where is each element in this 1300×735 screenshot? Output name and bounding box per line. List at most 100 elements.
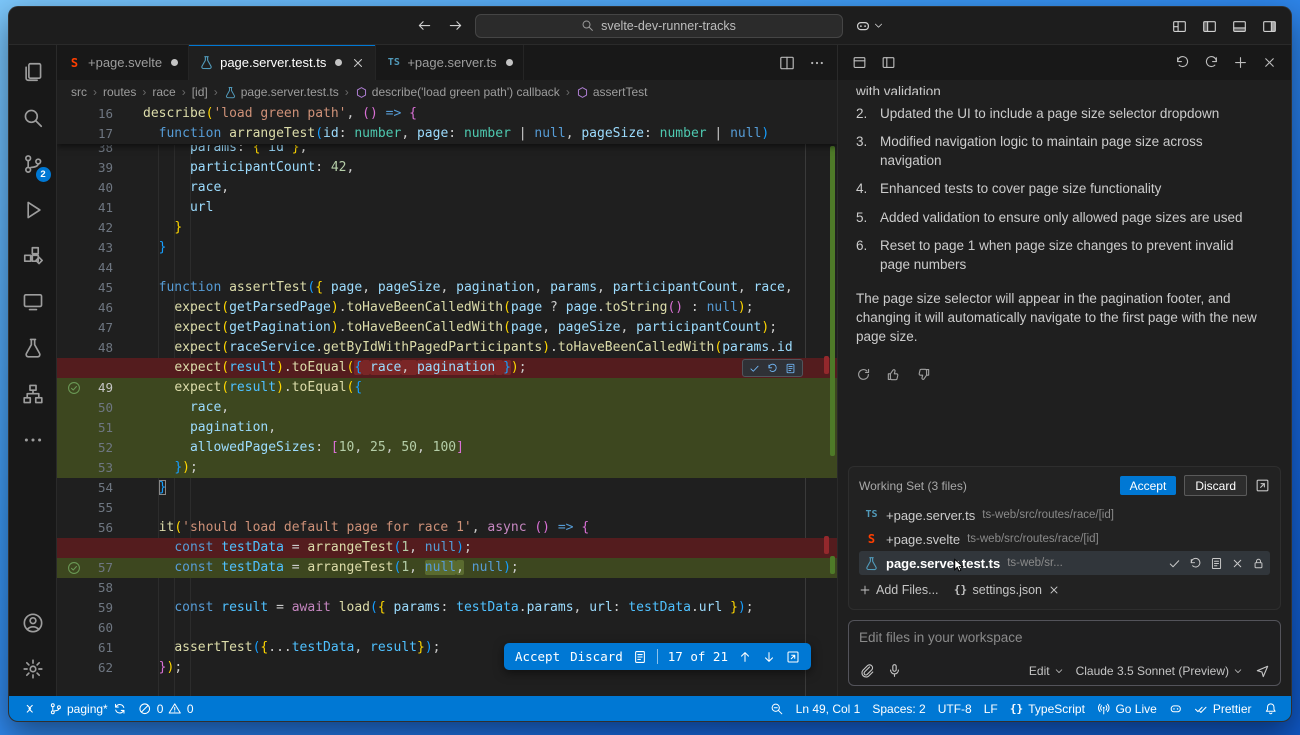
close-panel-icon[interactable] bbox=[1262, 55, 1277, 70]
goto-file-icon[interactable] bbox=[786, 650, 800, 664]
tab-page.server.test.ts[interactable]: page.server.test.ts bbox=[189, 45, 377, 80]
new-chat-icon[interactable] bbox=[1233, 55, 1248, 70]
diff-file-icon[interactable] bbox=[633, 650, 647, 664]
status-zoom-indicator[interactable] bbox=[764, 696, 790, 721]
toggle-chat-view-icon[interactable] bbox=[852, 55, 867, 70]
split-editor-icon[interactable] bbox=[779, 55, 795, 71]
code-line[interactable]: 38 params: { id }, bbox=[57, 145, 837, 158]
code-line[interactable]: 42 } bbox=[57, 218, 837, 238]
added-code-line[interactable]: 51 pagination, bbox=[57, 418, 837, 438]
code-line[interactable]: 40 race, bbox=[57, 178, 837, 198]
breadcrumb-item[interactable]: race bbox=[152, 85, 175, 99]
activity-bar-ports[interactable] bbox=[9, 371, 57, 417]
code-line[interactable]: 16 describe('load green path', () => { bbox=[57, 104, 837, 124]
activity-bar-remote-explorer[interactable] bbox=[9, 279, 57, 325]
next-change-icon[interactable] bbox=[762, 650, 776, 664]
working-set-file[interactable]: S +page.svelte ts-web/src/routes/race/[id] bbox=[859, 527, 1270, 551]
deleted-code-line[interactable]: const testData = arrangeTest(1, null); bbox=[57, 538, 837, 558]
status-git-branch[interactable]: paging* bbox=[43, 696, 133, 721]
send-icon[interactable] bbox=[1255, 663, 1270, 678]
undo-edits-icon[interactable] bbox=[1175, 55, 1190, 70]
status-language-mode[interactable]: {} TypeScript bbox=[1004, 696, 1091, 721]
status-go-live[interactable]: Go Live bbox=[1091, 696, 1163, 721]
settings-json-chip[interactable]: {} settings.json bbox=[954, 583, 1060, 597]
status-prettier[interactable]: Prettier bbox=[1188, 696, 1257, 721]
toggle-panel-icon[interactable] bbox=[1232, 19, 1247, 34]
chip-close-icon[interactable] bbox=[1048, 584, 1060, 596]
thumbs-up-icon[interactable] bbox=[886, 367, 901, 382]
deleted-code-line[interactable]: expect(result).toEqual({ race, paginatio… bbox=[57, 358, 837, 378]
activity-bar-run-debug[interactable] bbox=[9, 187, 57, 233]
status-remote-indicator[interactable] bbox=[17, 696, 43, 721]
activity-bar-settings[interactable] bbox=[9, 646, 57, 692]
code-line[interactable]: 60 bbox=[57, 618, 837, 638]
open-in-editor-icon[interactable] bbox=[881, 55, 896, 70]
added-code-line[interactable]: 50 race, bbox=[57, 398, 837, 418]
status-notifications[interactable] bbox=[1258, 696, 1284, 721]
lock-icon[interactable] bbox=[1252, 557, 1265, 570]
add-files-button[interactable]: Add Files... bbox=[859, 583, 939, 597]
activity-bar-testing[interactable] bbox=[9, 325, 57, 371]
working-set-file[interactable]: page.server.test.ts ts-web/sr... bbox=[859, 551, 1270, 575]
more-actions-icon[interactable] bbox=[809, 55, 825, 71]
code-line[interactable]: 45 function assertTest({ page, pageSize,… bbox=[57, 278, 837, 298]
working-set-file[interactable]: TS +page.server.ts ts-web/src/routes/race/… bbox=[859, 503, 1270, 527]
discard-button[interactable]: Discard bbox=[570, 649, 623, 664]
breadcrumb-item[interactable]: assertTest bbox=[576, 85, 648, 99]
accept-button[interactable]: Accept bbox=[515, 649, 560, 664]
mic-icon[interactable] bbox=[887, 663, 902, 678]
status-encoding[interactable]: UTF-8 bbox=[932, 696, 978, 721]
activity-bar-explorer[interactable] bbox=[9, 49, 57, 95]
code-editor[interactable]: 38 params: { id }, 39 participantCount: 4… bbox=[57, 104, 837, 696]
compare-changes-icon[interactable] bbox=[1255, 478, 1270, 493]
diff-file-icon[interactable] bbox=[1210, 557, 1223, 570]
activity-bar-more[interactable] bbox=[9, 417, 57, 463]
tab-+page.server.ts[interactable]: TS +page.server.ts bbox=[376, 45, 524, 80]
code-line[interactable]: 48 expect(raceService.getByIdWithPagedPa… bbox=[57, 338, 837, 358]
code-line[interactable]: 17 function arrangeTest(id: number, page… bbox=[57, 124, 837, 144]
mode-selector[interactable]: Edit bbox=[1029, 664, 1064, 678]
added-code-line[interactable]: 53 }); bbox=[57, 458, 837, 478]
check-icon[interactable] bbox=[1168, 557, 1181, 570]
status-indentation[interactable]: Spaces: 2 bbox=[866, 696, 931, 721]
status-copilot-status[interactable] bbox=[1163, 696, 1189, 721]
code-line[interactable]: 43 } bbox=[57, 238, 837, 258]
code-line[interactable]: 59 const result = await load({ params: t… bbox=[57, 598, 837, 618]
inline-diff-actions[interactable] bbox=[742, 359, 803, 377]
model-selector[interactable]: Claude 3.5 Sonnet (Preview) bbox=[1076, 664, 1243, 678]
code-line[interactable]: 58 bbox=[57, 578, 837, 598]
code-line[interactable]: 55 bbox=[57, 498, 837, 518]
status-cursor-position[interactable]: Ln 49, Col 1 bbox=[790, 696, 867, 721]
status-eol[interactable]: LF bbox=[978, 696, 1004, 721]
breadcrumb-item[interactable]: src bbox=[71, 85, 87, 99]
tab-+page.svelte[interactable]: S +page.svelte bbox=[57, 45, 190, 80]
code-line[interactable]: 56 it('should load default page for race… bbox=[57, 518, 837, 538]
breadcrumb-item[interactable]: describe('load green path') callback bbox=[355, 85, 560, 99]
status-problems[interactable]: 00 bbox=[132, 696, 199, 721]
code-line[interactable]: 54 } bbox=[57, 478, 837, 498]
added-code-line[interactable]: 52 allowedPageSizes: [10, 25, 50, 100] bbox=[57, 438, 837, 458]
breadcrumb-item[interactable]: routes bbox=[103, 85, 136, 99]
discard-icon[interactable] bbox=[1189, 557, 1202, 570]
refresh-icon[interactable] bbox=[856, 367, 871, 382]
code-line[interactable]: 44 bbox=[57, 258, 837, 278]
added-code-line[interactable]: 49 expect(result).toEqual({ bbox=[57, 378, 837, 398]
forward-arrow-icon[interactable] bbox=[448, 18, 463, 33]
close-icon[interactable] bbox=[1231, 557, 1244, 570]
command-center-search[interactable]: svelte-dev-runner-tracks bbox=[474, 13, 843, 38]
code-line[interactable]: 47 expect(getPagination).toHaveBeenCalle… bbox=[57, 318, 837, 338]
activity-bar-search[interactable] bbox=[9, 95, 57, 141]
breadcrumb-item[interactable]: [id] bbox=[192, 85, 208, 99]
customize-layout-icon[interactable] bbox=[1172, 19, 1187, 34]
code-line[interactable]: 46 expect(getParsedPage).toHaveBeenCalle… bbox=[57, 298, 837, 318]
copilot-menu[interactable] bbox=[855, 18, 884, 34]
activity-bar-extensions[interactable] bbox=[9, 233, 57, 279]
toggle-primary-sidebar-icon[interactable] bbox=[1202, 19, 1217, 34]
attach-icon[interactable] bbox=[859, 663, 874, 678]
sticky-scroll[interactable]: 16 describe('load green path', () => {17 … bbox=[57, 104, 837, 144]
redo-edits-icon[interactable] bbox=[1204, 55, 1219, 70]
working-set-accept-button[interactable]: Accept bbox=[1119, 476, 1177, 495]
working-set-discard-button[interactable]: Discard bbox=[1184, 475, 1247, 496]
code-line[interactable]: 41 url bbox=[57, 198, 837, 218]
thumbs-down-icon[interactable] bbox=[916, 367, 931, 382]
